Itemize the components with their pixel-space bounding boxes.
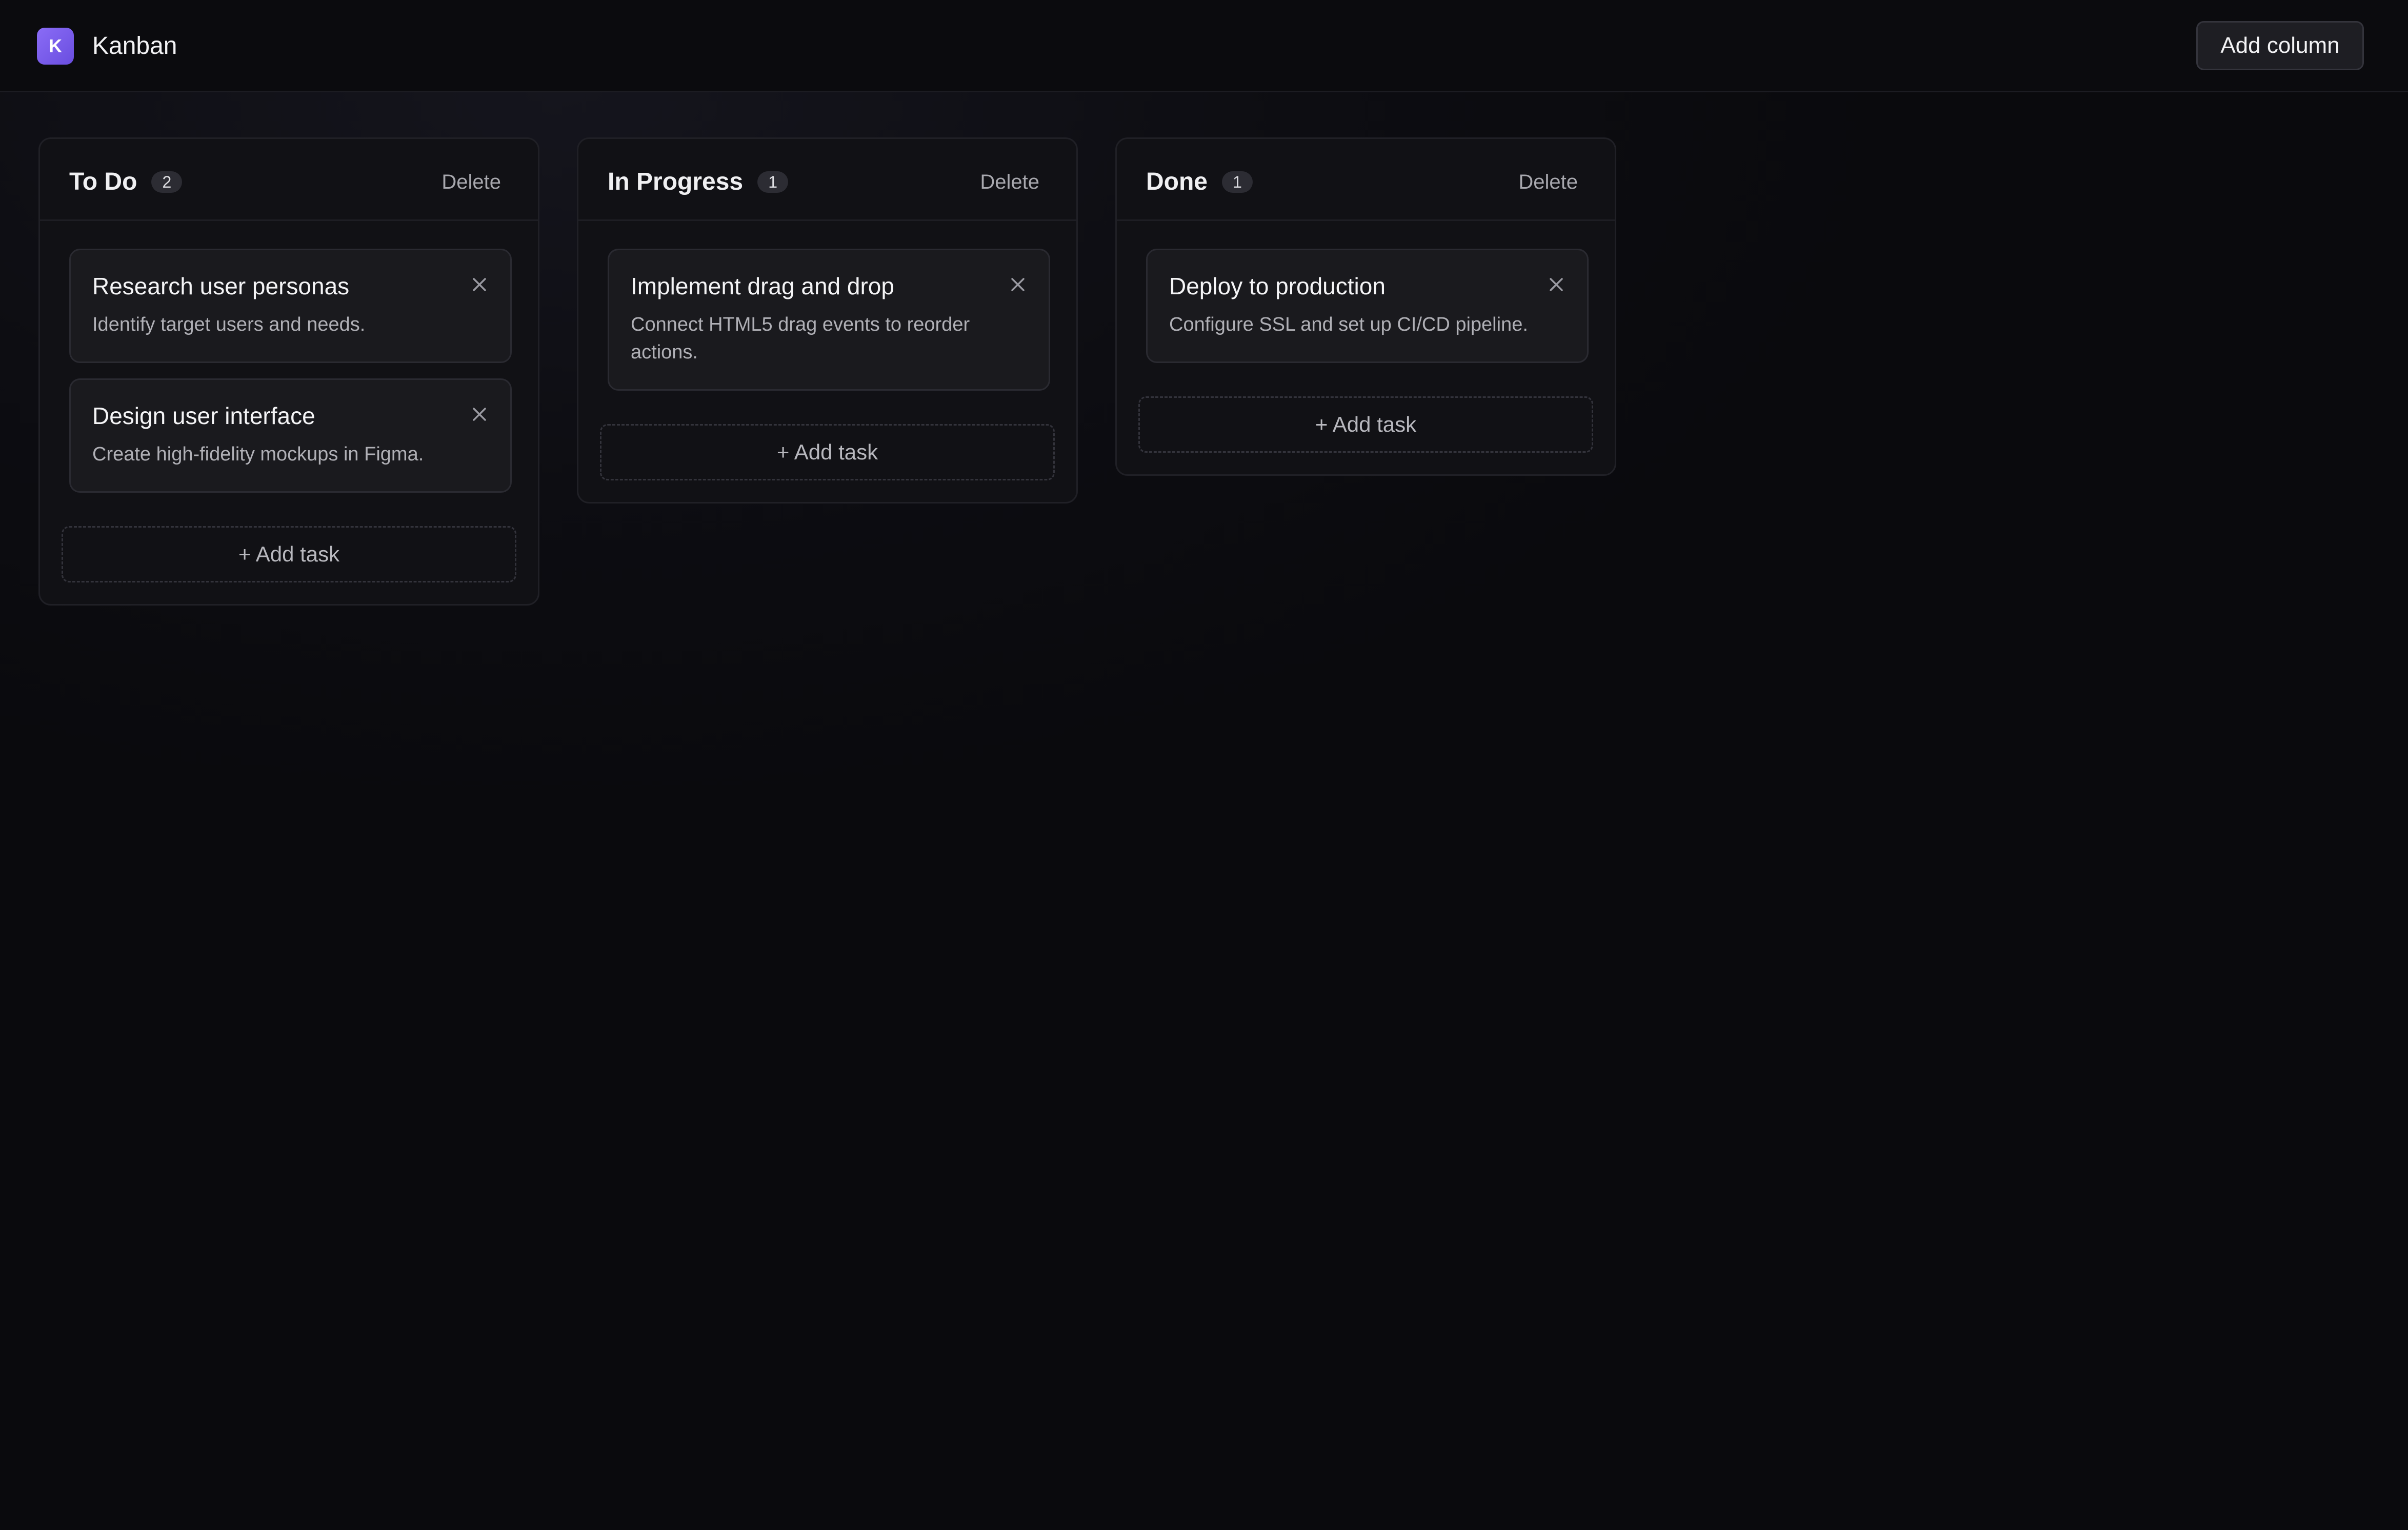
app-title: Kanban <box>92 32 177 59</box>
close-icon[interactable] <box>1549 277 1564 292</box>
kanban-app: K Kanban Add column To Do 2 Delete Resea… <box>0 0 2408 1530</box>
task-title: Research user personas <box>92 273 350 299</box>
add-task-button[interactable]: + Add task <box>1138 396 1593 453</box>
task-card[interactable]: Deploy to production Configure SSL and s… <box>1146 249 1589 363</box>
app-logo: K <box>37 28 74 65</box>
column-done: Done 1 Delete Deploy to production Confi… <box>1115 137 1616 476</box>
task-card[interactable]: Research user personas Identify target u… <box>69 249 512 363</box>
column-header: Done 1 Delete <box>1117 139 1615 221</box>
column-header: In Progress 1 Delete <box>578 139 1076 221</box>
add-column-button[interactable]: Add column <box>2196 21 2364 70</box>
delete-column-button[interactable]: Delete <box>1518 170 1578 194</box>
task-description: Configure SSL and set up CI/CD pipeline. <box>1169 314 1528 335</box>
task-card[interactable]: Implement drag and drop Connect HTML5 dr… <box>608 249 1050 391</box>
close-icon[interactable] <box>1010 277 1026 292</box>
task-card[interactable]: Design user interface Create high-fideli… <box>69 378 512 493</box>
card-list: Research user personas Identify target u… <box>40 221 538 493</box>
column-title: To Do <box>69 168 137 195</box>
delete-column-button[interactable]: Delete <box>980 170 1039 194</box>
add-task-button[interactable]: + Add task <box>600 424 1055 480</box>
column-count-badge: 2 <box>151 171 183 193</box>
column-title: In Progress <box>608 168 744 195</box>
delete-column-button[interactable]: Delete <box>442 170 501 194</box>
column-title-wrap: To Do 2 <box>69 168 183 196</box>
task-title: Deploy to production <box>1169 273 1386 299</box>
top-bar: K Kanban Add column <box>0 0 2408 92</box>
task-title: Implement drag and drop <box>631 273 894 299</box>
column-count-badge: 1 <box>757 171 789 193</box>
column-title: Done <box>1146 168 1208 195</box>
task-description: Connect HTML5 drag events to reorder act… <box>631 314 970 363</box>
card-list: Deploy to production Configure SSL and s… <box>1117 221 1615 363</box>
task-title: Design user interface <box>92 402 315 429</box>
column-title-wrap: Done 1 <box>1146 168 1253 196</box>
column-title-wrap: In Progress 1 <box>608 168 789 196</box>
add-task-button[interactable]: + Add task <box>62 526 516 582</box>
column-in-progress: In Progress 1 Delete Implement drag and … <box>577 137 1078 504</box>
close-icon[interactable] <box>472 277 487 292</box>
task-description: Create high-fidelity mockups in Figma. <box>92 444 424 465</box>
column-todo: To Do 2 Delete Research user personas Id… <box>38 137 539 606</box>
column-count-badge: 1 <box>1222 171 1253 193</box>
card-list: Implement drag and drop Connect HTML5 dr… <box>578 221 1076 391</box>
close-icon[interactable] <box>472 407 487 422</box>
task-description: Identify target users and needs. <box>92 314 366 335</box>
column-header: To Do 2 Delete <box>40 139 538 221</box>
